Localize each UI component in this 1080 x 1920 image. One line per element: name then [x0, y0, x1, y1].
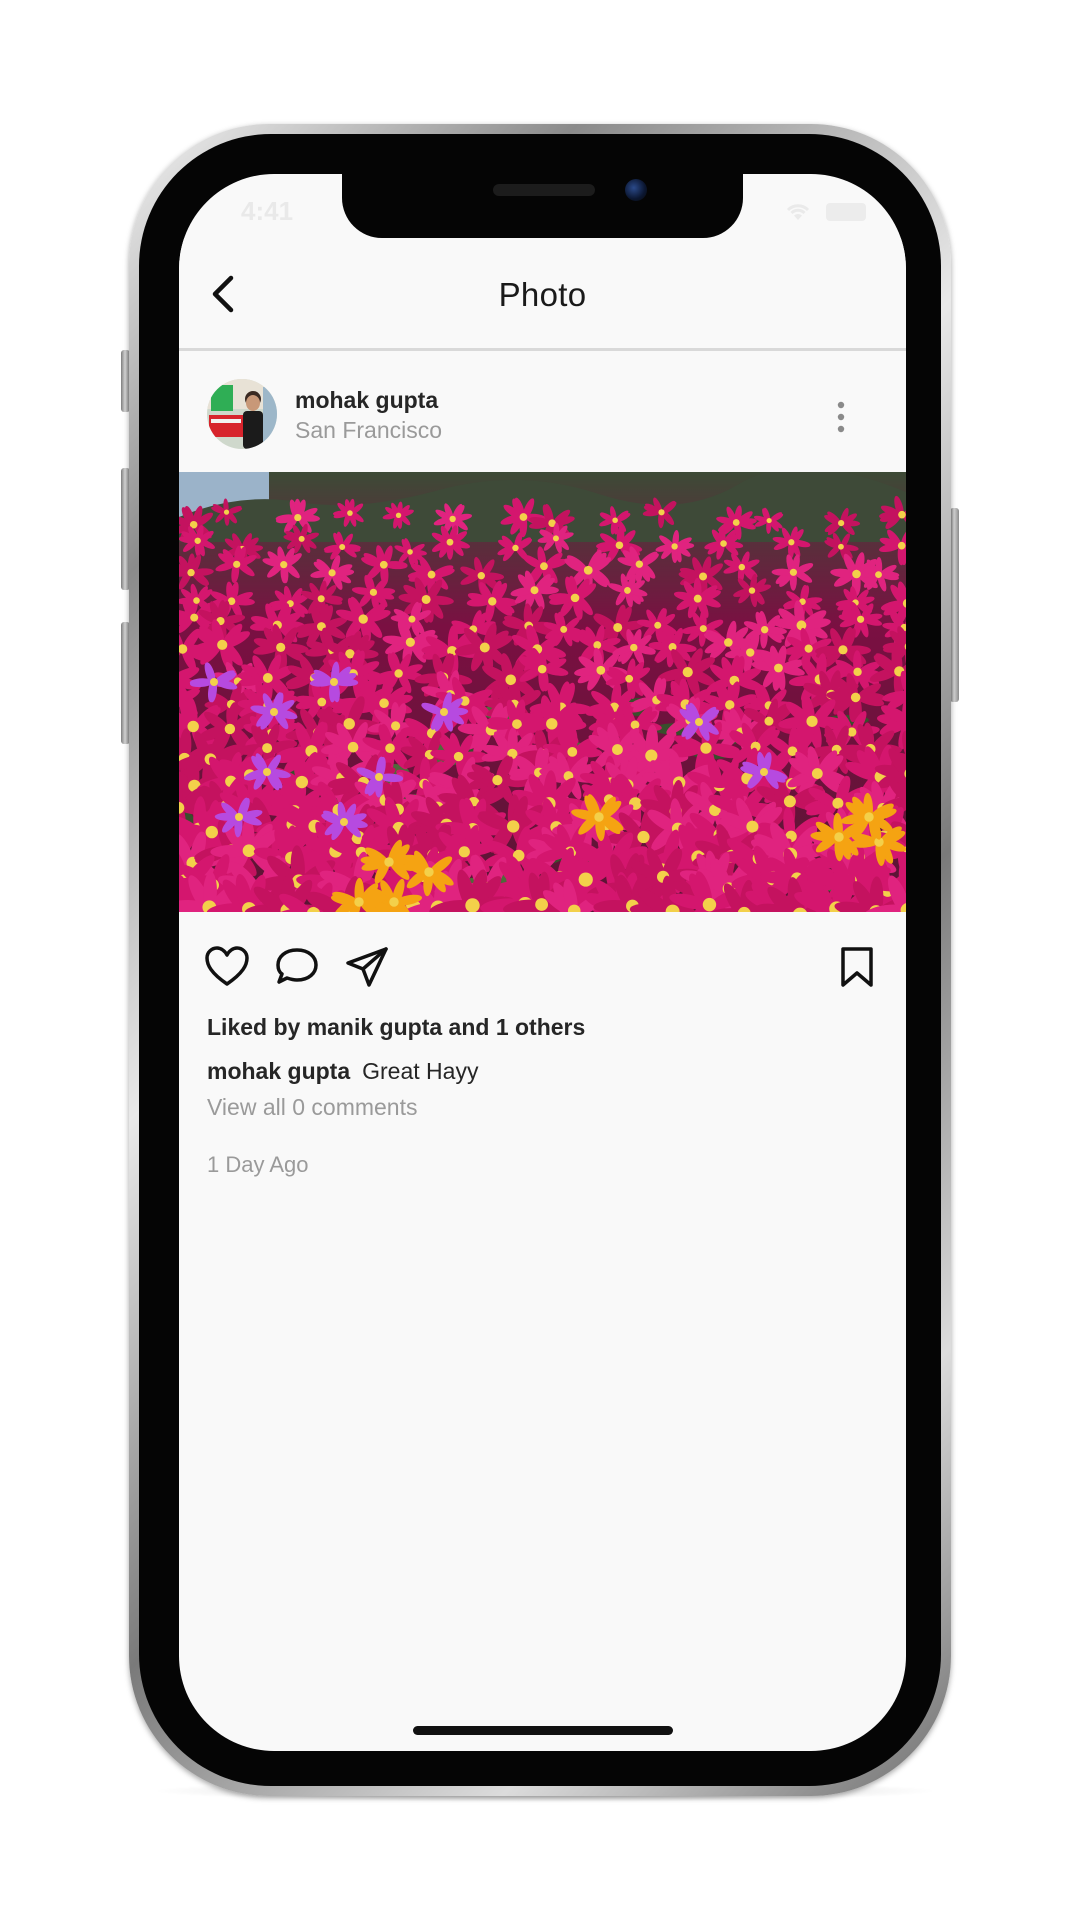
post-timestamp: 1 Day Ago	[207, 1152, 309, 1177]
status-time: 4:41	[241, 196, 294, 226]
phone-screen: 4:41 Photo mohak gupta San Francisco Lik…	[179, 174, 906, 1751]
notch	[342, 174, 743, 238]
post-photo[interactable]	[179, 472, 906, 912]
home-indicator[interactable]	[413, 1726, 673, 1735]
heart-icon[interactable]	[205, 946, 249, 988]
bookmark-icon[interactable]	[839, 946, 875, 988]
wifi-icon	[786, 204, 810, 220]
device-mockup: 4:41 Photo mohak gupta San Francisco Lik…	[0, 0, 1080, 1920]
page-title: Photo	[498, 276, 587, 313]
likes-text[interactable]: Liked by manik gupta and 1 others	[207, 1014, 585, 1041]
power-button	[950, 508, 959, 702]
paper-plane-icon[interactable]	[345, 946, 389, 988]
comment-bubble-icon[interactable]	[275, 946, 319, 988]
front-camera	[625, 179, 647, 201]
caption-username[interactable]: mohak gupta	[207, 1058, 350, 1084]
post-header: mohak gupta San Francisco	[179, 351, 906, 472]
navigation-bar: Photo	[179, 238, 906, 351]
avatar[interactable]	[207, 379, 277, 449]
flower-field-image	[179, 472, 906, 912]
post-location[interactable]: San Francisco	[295, 417, 442, 444]
post-caption: mohak gupta Great Hayy	[207, 1058, 478, 1085]
more-vertical-icon[interactable]	[833, 399, 849, 435]
view-comments-link[interactable]: View all 0 comments	[207, 1094, 418, 1121]
battery-icon	[826, 203, 866, 221]
caption-text: Great Hayy	[362, 1058, 479, 1084]
post-actions	[179, 912, 906, 1012]
earpiece-speaker	[493, 184, 595, 196]
status-icons	[784, 202, 866, 222]
post-username[interactable]: mohak gupta	[295, 387, 438, 414]
